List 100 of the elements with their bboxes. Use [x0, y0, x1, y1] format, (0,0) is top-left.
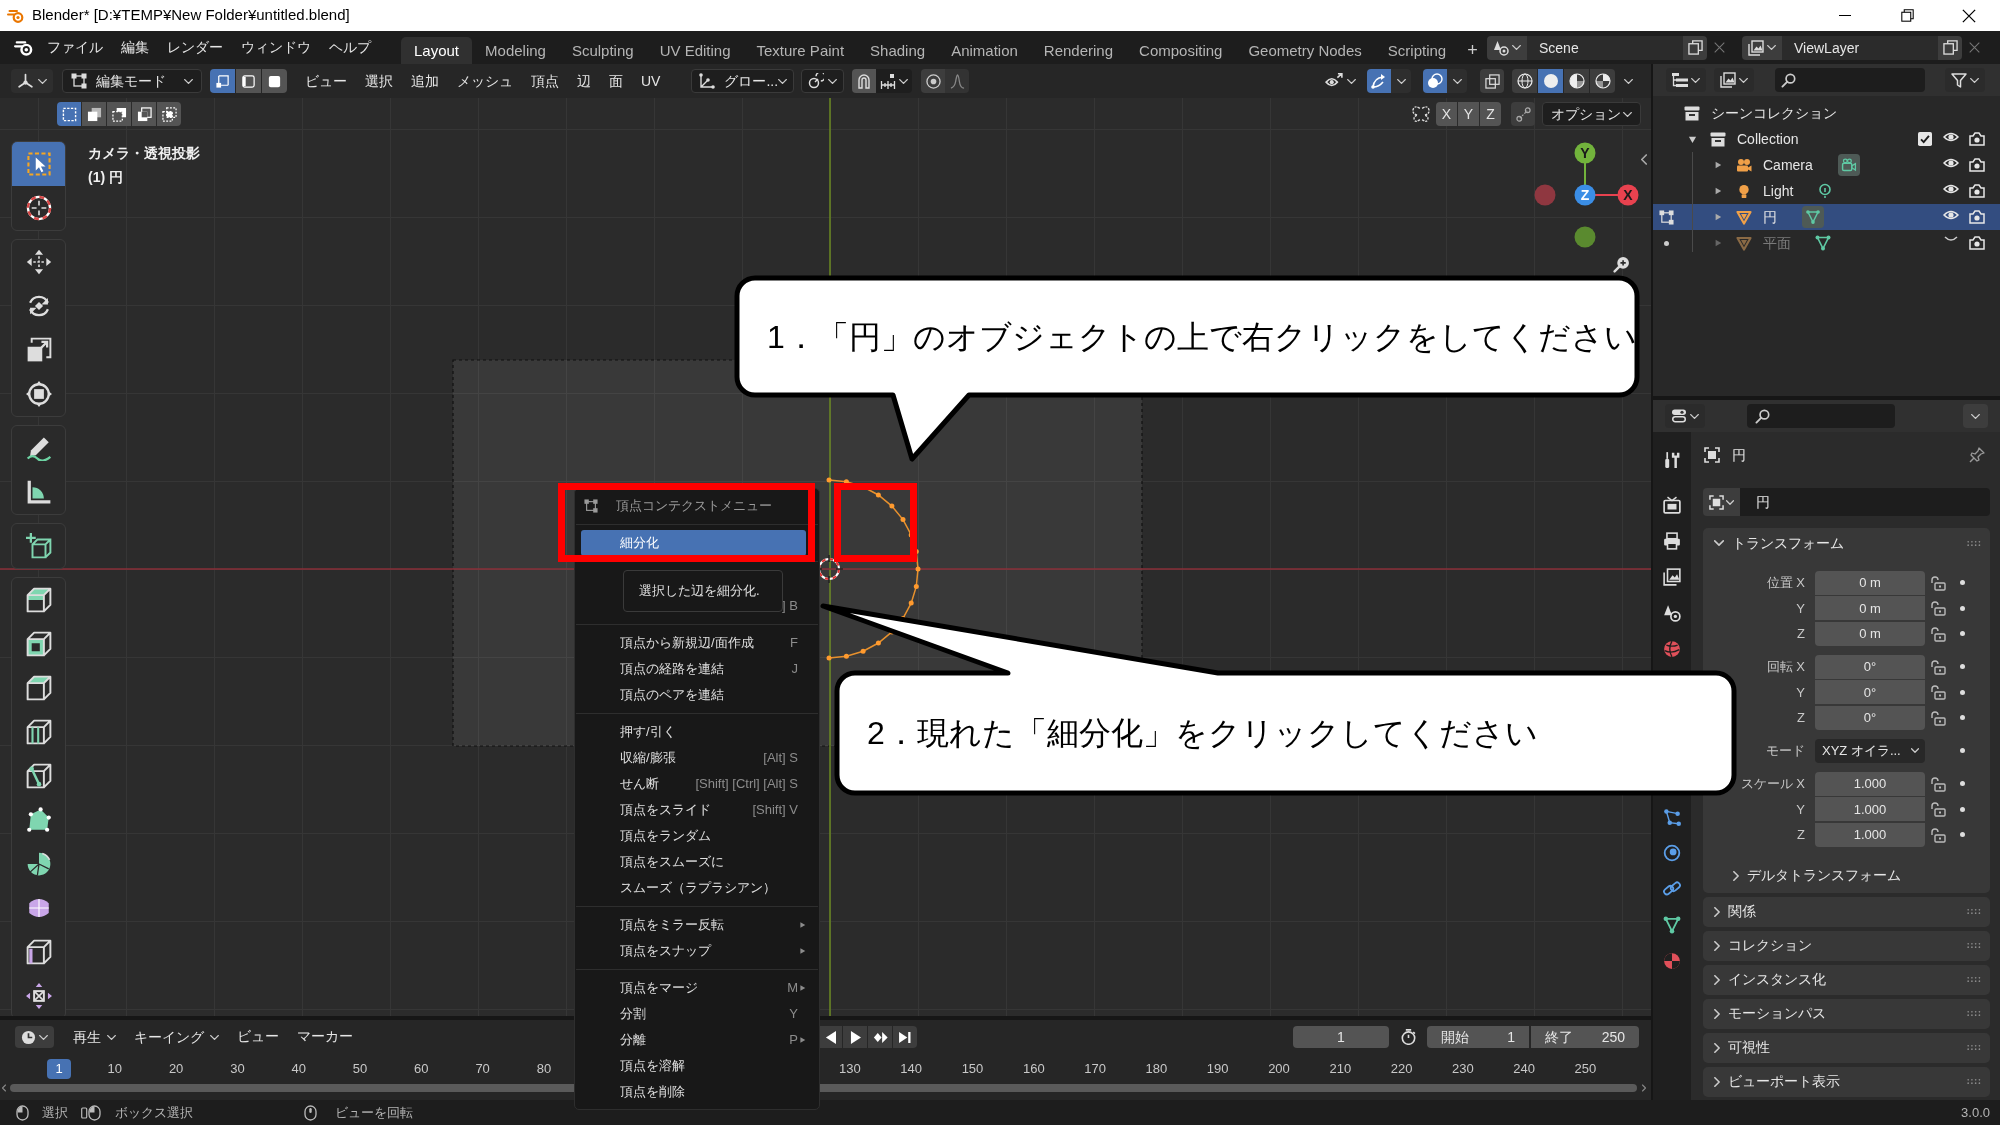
number-field[interactable]: 1.000 — [1815, 822, 1925, 847]
unlocked-padlock-icon[interactable] — [1930, 801, 1946, 818]
menu-item[interactable]: レンダー — [158, 31, 232, 64]
workspace-tab[interactable]: Modeling — [472, 37, 559, 64]
chevron-right-icon[interactable] — [1714, 974, 1720, 985]
number-field[interactable]: 0° — [1815, 654, 1925, 679]
chevron-right-icon[interactable] — [1714, 1076, 1720, 1087]
overlay-toggle[interactable] — [1423, 69, 1447, 93]
menu-item[interactable]: 頂点をマージ M — [581, 975, 806, 1001]
snap-target-dropdown[interactable] — [876, 69, 913, 93]
tree-item[interactable]: Camera — [1653, 152, 2000, 178]
pin-icon[interactable] — [1969, 447, 1985, 463]
snap-toggle[interactable] — [852, 69, 877, 93]
number-field[interactable]: 1.000 — [1815, 797, 1925, 822]
menu-item[interactable]: ヘルプ — [320, 31, 380, 64]
mode-dropdown[interactable]: 編集モード — [62, 69, 202, 93]
eye-icon[interactable] — [1943, 132, 1959, 142]
chevron-right-icon[interactable] — [1714, 1008, 1720, 1019]
selection-mode-button[interactable] — [57, 102, 81, 126]
shading-mode-button[interactable] — [1564, 69, 1589, 93]
workspace-tab[interactable]: UV Editing — [646, 37, 744, 64]
unlocked-padlock-icon[interactable] — [1930, 625, 1946, 642]
menu-item[interactable]: スムーズ（ラプラシアン） — [581, 875, 806, 901]
unlocked-padlock-icon[interactable] — [1930, 600, 1946, 617]
unlocked-padlock-icon[interactable] — [1930, 775, 1946, 792]
workspace-tab[interactable]: Sculpting — [558, 37, 647, 64]
keyframe-dot-icon[interactable] — [1960, 664, 1965, 670]
menu-item[interactable]: 分割 Y — [581, 1001, 806, 1027]
xray-toggle[interactable] — [1480, 69, 1504, 93]
butterfly-icon[interactable] — [1412, 105, 1430, 123]
panel-header[interactable]: トランスフォーム — [1703, 528, 1990, 558]
unlocked-padlock-icon[interactable] — [1930, 709, 1946, 726]
menu-item[interactable]: 分離 P — [581, 1027, 806, 1053]
keyframe-dot-icon[interactable] — [1960, 605, 1965, 611]
camera-icon[interactable] — [1969, 158, 1985, 172]
chevron-down-icon[interactable] — [1714, 540, 1724, 546]
keyframe-dot-icon[interactable] — [1960, 689, 1965, 695]
datablock-name-field[interactable]: 円 — [1740, 488, 1990, 516]
number-field[interactable]: 0 m — [1815, 596, 1925, 621]
menu-item[interactable]: ウィンドウ — [232, 31, 320, 64]
workspace-tab[interactable]: Animation — [938, 37, 1031, 64]
current-frame-field[interactable]: 1 — [1293, 1026, 1389, 1048]
orientation-dropdown[interactable]: グロー... — [691, 69, 795, 93]
panel-header[interactable]: 関係 — [1703, 896, 1990, 927]
editor-type-button[interactable] — [11, 69, 53, 93]
keyframe-dot-icon[interactable] — [1960, 781, 1965, 787]
axis-ball[interactable]: X — [1617, 184, 1639, 206]
next-keyframe-button[interactable] — [868, 1026, 892, 1048]
menu-item[interactable]: 頂点をスムーズに — [581, 849, 806, 875]
new-view-layer-button[interactable] — [1938, 35, 1962, 60]
select-mode-toggle[interactable] — [210, 69, 235, 93]
options-dropdown[interactable]: オプション — [1542, 102, 1641, 126]
zoom-in-icon[interactable] — [1613, 256, 1630, 273]
scene-name-field[interactable]: Scene — [1527, 35, 1683, 60]
unlocked-padlock-icon[interactable] — [1930, 574, 1946, 591]
scene-selector[interactable] — [1487, 35, 1527, 60]
menu-item[interactable]: 頂点から新規辺/面作成 F — [581, 630, 806, 656]
camera-icon[interactable] — [1969, 210, 1985, 224]
bulb-outline-icon[interactable] — [1817, 183, 1834, 199]
workspace-tab[interactable]: Geometry Nodes — [1235, 37, 1375, 64]
workspace-tab[interactable]: Shading — [857, 37, 939, 64]
header-menu[interactable]: UV — [632, 70, 670, 92]
jump-to-end-button[interactable] — [893, 1026, 917, 1048]
workspace-tab[interactable]: Texture Paint — [743, 37, 858, 64]
number-field[interactable]: 0 m — [1815, 621, 1925, 646]
axis-ball[interactable] — [1574, 226, 1596, 248]
tree-item[interactable]: 円 — [1653, 204, 2000, 230]
keyframe-dot-icon[interactable] — [1960, 715, 1965, 721]
header-menu[interactable]: 面 — [600, 70, 632, 92]
search-field[interactable] — [1747, 404, 1895, 428]
drag-handle-icon[interactable] — [1967, 540, 1981, 546]
editor-type-button[interactable] — [15, 1026, 54, 1048]
menu-item[interactable]: 細分化 — [581, 530, 806, 556]
new-scene-button[interactable] — [1683, 35, 1707, 60]
filter-button[interactable] — [1945, 68, 1985, 92]
timeline-menu[interactable]: マーカー — [288, 1026, 362, 1048]
shading-mode-button[interactable] — [1538, 69, 1563, 93]
workspace-tab[interactable]: Compositing — [1126, 37, 1236, 64]
editor-type-button[interactable] — [1665, 404, 1705, 428]
drag-handle-icon[interactable] — [1967, 943, 1981, 948]
tree-item[interactable]: シーンコレクション — [1653, 100, 2000, 126]
expand-triangle-icon[interactable] — [1687, 134, 1697, 144]
keyframe-dot-icon[interactable] — [1960, 832, 1965, 838]
eye-icon[interactable] — [1943, 158, 1959, 168]
pivot-dropdown[interactable] — [801, 69, 845, 93]
axis-ball[interactable]: Y — [1574, 142, 1596, 164]
select-mode-toggle[interactable] — [236, 69, 261, 93]
tree-item[interactable]: Collection — [1653, 126, 2000, 152]
panel-header[interactable]: ビューポート表示 — [1703, 1066, 1990, 1097]
view-layer-selector[interactable] — [1742, 35, 1782, 60]
drag-handle-icon[interactable] — [1967, 977, 1981, 982]
number-field[interactable]: 0 m — [1815, 570, 1925, 595]
menu-item[interactable]: 頂点をランダム — [581, 823, 806, 849]
drag-handle-icon[interactable] — [1967, 1011, 1981, 1016]
display-mode-button[interactable] — [1714, 68, 1754, 92]
mirror-axis-toggle[interactable]: X — [1436, 102, 1457, 126]
number-field[interactable]: 0° — [1815, 680, 1925, 705]
closed-eye-icon[interactable] — [1944, 236, 1958, 242]
gizmo-dropdown[interactable] — [1391, 69, 1411, 93]
current-frame-marker[interactable]: 1 — [47, 1059, 71, 1079]
